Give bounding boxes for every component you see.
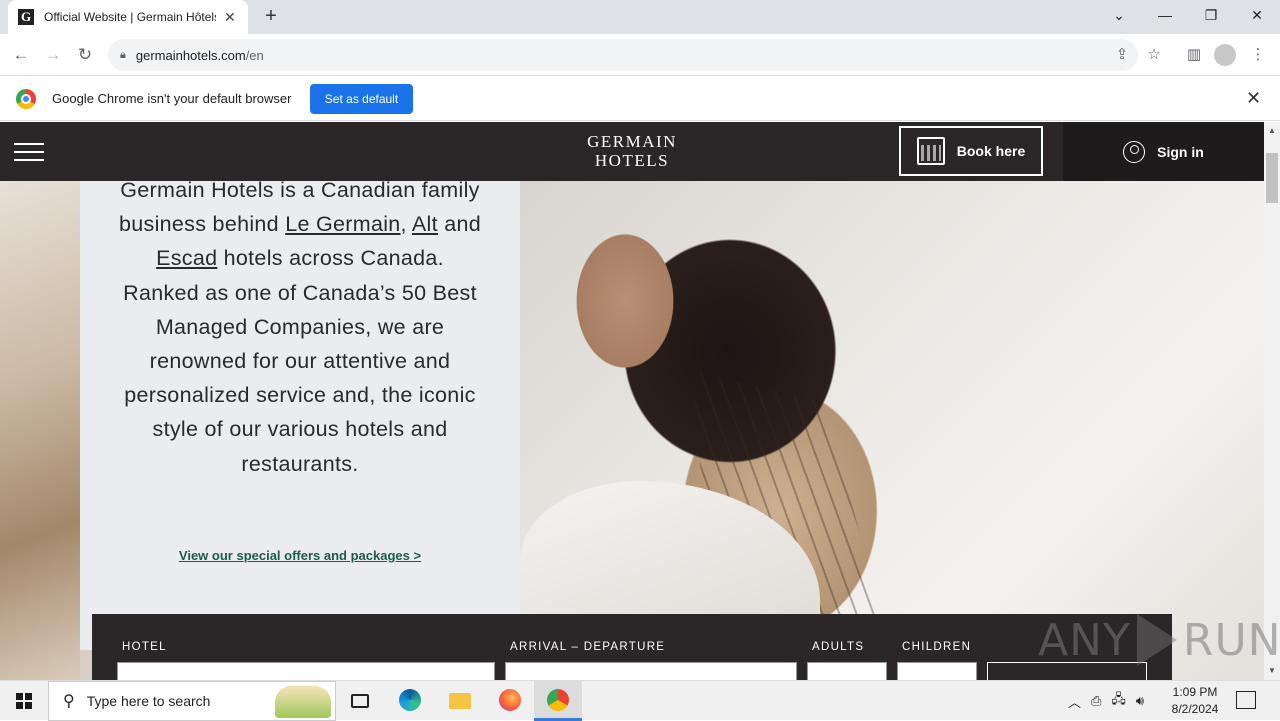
user-icon (1123, 140, 1146, 163)
escad-link[interactable]: Escad (156, 246, 217, 270)
network-icon[interactable]: 🖧︎ (1111, 690, 1126, 712)
page-scrollbar[interactable] (1264, 122, 1280, 680)
tray-device-icon[interactable]: ⎙ (1091, 693, 1101, 709)
search-icon: ⚲ (63, 693, 75, 710)
special-offers-link[interactable]: View our special offers and packages > (80, 548, 520, 563)
new-tab-button[interactable]: + (258, 4, 284, 30)
task-view-button[interactable] (336, 681, 384, 721)
edge-taskbar-button[interactable] (386, 681, 434, 721)
search-highlight-illustration (275, 686, 331, 718)
anyrun-watermark: ANY RUN (1038, 614, 1280, 666)
browser-toolbar: ← → ↻ 🔒︎ germainhotels.com/en ⇪ ☆ ▥ ⋮ (0, 34, 1280, 76)
notification-center-icon[interactable] (1236, 691, 1256, 709)
site-header: GERMAIN HOTELS Book here Sign in (0, 122, 1264, 181)
minimize-button[interactable]: — (1142, 0, 1188, 30)
germain-hotels-logo[interactable]: GERMAIN HOTELS (560, 132, 704, 170)
chrome-icon (547, 689, 569, 711)
browser-tab-active[interactable]: G Official Website | Germain Hôtels ✕ (8, 0, 248, 34)
dates-label: ARRIVAL – DEPARTURE (510, 641, 666, 653)
hero-background-image (0, 181, 80, 680)
hero-description: Germain Hotels is a Canadian family busi… (119, 178, 481, 476)
tab-search-icon[interactable]: ⌄ (1096, 0, 1142, 30)
hotel-label: HOTEL (122, 641, 167, 653)
webpage-viewport: Germain Hotels is a Canadian family busi… (0, 122, 1264, 680)
hero-photo-woman-in-bed (520, 181, 1264, 680)
start-button[interactable] (0, 681, 48, 721)
firefox-taskbar-button[interactable] (486, 681, 534, 721)
side-panel-icon[interactable]: ▥ (1183, 44, 1205, 66)
file-explorer-taskbar-button[interactable] (436, 681, 484, 721)
hotel-select[interactable] (117, 662, 495, 680)
close-window-button[interactable]: ✕ (1234, 0, 1280, 30)
system-tray: ︿ ⎙ 🖧︎ 🔊︎ (1068, 681, 1154, 721)
taskbar-search-placeholder: Type here to search (86, 693, 211, 709)
infobar-close-icon[interactable]: ✕ (1246, 88, 1261, 109)
windows-logo-icon (16, 693, 32, 709)
reload-icon[interactable]: ↻ (72, 42, 98, 68)
sign-in-button[interactable]: Sign in (1063, 122, 1264, 181)
profile-avatar-icon[interactable] (1214, 44, 1236, 66)
taskbar-clock[interactable]: 1:09 PM 8/2/2024 (1166, 684, 1224, 718)
address-bar[interactable]: 🔒︎ germainhotels.com/en (108, 39, 1138, 71)
play-icon (1136, 614, 1177, 666)
tab-close-icon[interactable]: ✕ (224, 9, 236, 26)
scrollbar-thumb[interactable] (1266, 153, 1278, 203)
chrome-taskbar-button[interactable] (534, 681, 582, 721)
children-label: CHILDREN (902, 641, 972, 653)
tab-title: Official Website | Germain Hôtels (44, 10, 216, 24)
favicon-icon: G (18, 9, 34, 25)
folder-icon (449, 693, 471, 709)
le-germain-link[interactable]: Le Germain (285, 212, 400, 236)
infobar-message: Google Chrome isn't your default browser (52, 91, 292, 106)
url-text: germainhotels.com/en (135, 47, 264, 63)
taskbar-search-box[interactable]: ⚲ Type here to search (48, 681, 336, 721)
firefox-icon (499, 689, 521, 711)
menu-hamburger-icon[interactable] (14, 141, 46, 163)
adults-label: ADULTS (812, 641, 865, 653)
browser-tab-strip: G Official Website | Germain Hôtels ✕ + … (0, 0, 1280, 34)
volume-icon[interactable]: 🔊︎ (1136, 693, 1144, 709)
alt-link[interactable]: Alt (412, 212, 438, 236)
set-as-default-button[interactable]: Set as default (310, 84, 413, 114)
scroll-up-arrow-icon[interactable]: ▲ (1266, 124, 1278, 138)
tray-chevron-icon[interactable]: ︿ (1068, 692, 1081, 711)
book-here-button[interactable]: Book here (899, 126, 1043, 176)
hero-text-panel: Germain Hotels is a Canadian family busi… (80, 178, 520, 650)
share-icon[interactable]: ⇪ (1111, 44, 1133, 66)
back-icon[interactable]: ← (8, 42, 34, 68)
more-menu-icon[interactable]: ⋮ (1247, 44, 1269, 66)
windows-taskbar: ⚲ Type here to search ︿ ⎙ 🖧︎ 🔊︎ 1:09 PM … (0, 680, 1280, 721)
forward-icon[interactable]: → (40, 42, 66, 68)
default-browser-infobar: Google Chrome isn't your default browser… (0, 77, 1280, 121)
restore-button[interactable]: ❐ (1188, 0, 1234, 30)
adults-select[interactable] (807, 662, 887, 680)
chrome-logo-icon (16, 89, 36, 109)
dates-input[interactable] (505, 662, 797, 680)
lock-icon: 🔒︎ (120, 48, 126, 61)
edge-icon (399, 689, 421, 711)
bookmark-star-icon[interactable]: ☆ (1143, 44, 1165, 66)
task-view-icon (351, 694, 369, 708)
booking-bar: HOTEL ARRIVAL – DEPARTURE ADULTS CHILDRE… (92, 614, 1172, 680)
calendar-icon (916, 137, 945, 165)
children-select[interactable] (897, 662, 977, 680)
